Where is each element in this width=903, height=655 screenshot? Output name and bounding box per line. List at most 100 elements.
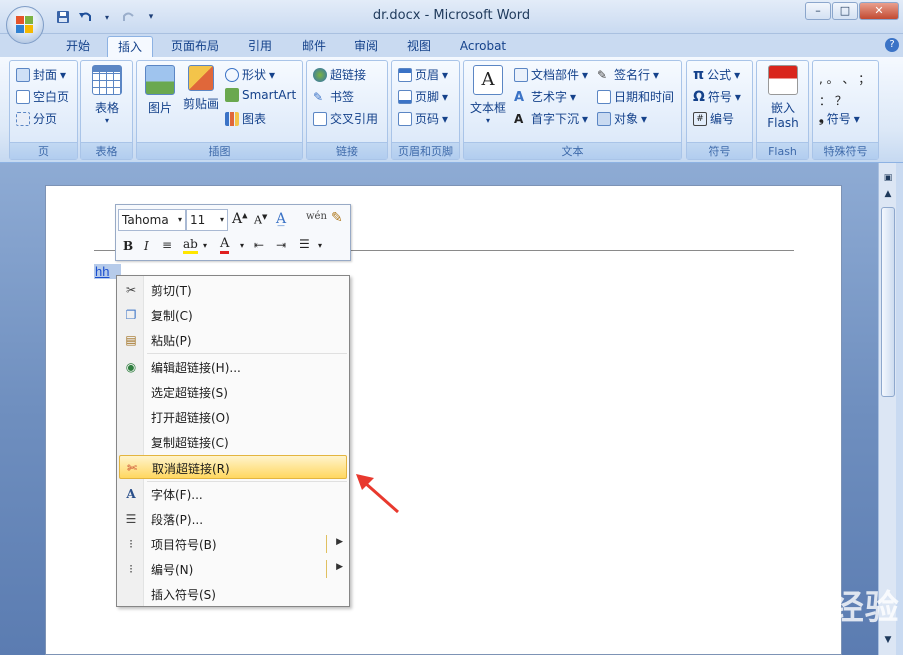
- globe-link-icon: ◉: [125, 360, 137, 374]
- special-chars[interactable]: , 。 、 ； ： ？: [819, 68, 875, 112]
- clipart-button[interactable]: 剪贴画: [181, 65, 221, 112]
- title-bar: ▾ ▾ dr.docx - Microsoft Word – □ ✕: [0, 0, 903, 34]
- format-painter-icon[interactable]: wén: [306, 211, 327, 222]
- increase-indent-icon[interactable]: ⇥: [276, 238, 286, 252]
- group-special-symbols: , 。 、 ； ： ？ ❟ 符号 ▾ 特殊符号: [812, 60, 879, 160]
- equation-button[interactable]: π 公式 ▾: [693, 66, 740, 83]
- picture-button[interactable]: 图片: [141, 65, 179, 116]
- object-icon: [597, 111, 611, 126]
- menu-item-copy-hyperlink[interactable]: 复制超链接(C): [119, 430, 347, 454]
- menu-item-font[interactable]: A 字体(F)...: [119, 482, 347, 506]
- bullet-list-icon: ⁝: [129, 537, 133, 551]
- paragraph-icon: ☰: [125, 512, 137, 526]
- cover-page-button[interactable]: 封面 ▾: [16, 66, 66, 83]
- tab-insert[interactable]: 插入: [107, 36, 153, 58]
- cover-page-icon: [16, 67, 30, 82]
- crossref-icon: [313, 111, 327, 126]
- symbol-button[interactable]: Ω 符号 ▾: [693, 88, 741, 105]
- font-color-icon[interactable]: A: [220, 236, 230, 254]
- menu-item-copy[interactable]: ❐ 复制(C): [119, 303, 347, 327]
- menu-item-paste[interactable]: ▤ 粘贴(P): [119, 328, 347, 352]
- font-name-box[interactable]: Tahoma ▾: [118, 209, 186, 231]
- ribbon-tabs: 开始 插入 页面布局 引用 邮件 审阅 视图 Acrobat ?: [0, 34, 903, 58]
- font-color-dropdown-icon[interactable]: ▾: [240, 241, 244, 250]
- menu-item-select-hyperlink[interactable]: 选定超链接(S): [119, 380, 347, 404]
- bullets-dropdown-icon[interactable]: ▾: [318, 241, 322, 250]
- window-controls: – □ ✕: [805, 2, 899, 20]
- chart-button[interactable]: 图表: [225, 110, 266, 127]
- wordart-icon: A: [514, 89, 525, 105]
- header-button[interactable]: 页眉 ▾: [398, 66, 448, 83]
- textbox-icon: A: [473, 65, 503, 95]
- close-button[interactable]: ✕: [859, 2, 899, 20]
- shapes-button[interactable]: 形状 ▾: [225, 66, 275, 83]
- tab-home[interactable]: 开始: [56, 36, 100, 58]
- menu-item-open-hyperlink[interactable]: 打开超链接(O): [119, 405, 347, 429]
- datetime-button[interactable]: 日期和时间: [597, 88, 674, 105]
- minimize-button[interactable]: –: [805, 2, 831, 20]
- brush-icon[interactable]: ✎: [331, 210, 343, 226]
- hyperlink-icon: [313, 67, 327, 82]
- menu-item-bullets[interactable]: ⁝ 项目符号(B) ▶: [119, 532, 347, 556]
- clipart-icon: [188, 65, 214, 91]
- hyperlink-button[interactable]: 超链接: [313, 66, 366, 83]
- tab-review[interactable]: 审阅: [344, 36, 388, 58]
- scroll-thumb[interactable]: [881, 207, 895, 397]
- object-button[interactable]: 对象 ▾: [597, 110, 647, 127]
- grow-font-icon[interactable]: A▲: [232, 211, 248, 227]
- group-caption-header-footer: 页眉和页脚: [392, 142, 459, 159]
- signature-line-button[interactable]: ✎ 签名行 ▾: [597, 66, 659, 83]
- signature-icon: ✎: [597, 67, 608, 82]
- tab-view[interactable]: 视图: [397, 36, 441, 58]
- group-caption-flash: Flash: [757, 142, 808, 159]
- tab-acrobat[interactable]: Acrobat: [452, 36, 514, 58]
- styles-icon[interactable]: A̲: [276, 211, 286, 227]
- table-button[interactable]: 表格 ▾: [85, 65, 129, 125]
- tab-mailings[interactable]: 邮件: [292, 36, 336, 58]
- wordart-button[interactable]: A 艺术字 ▾: [514, 88, 576, 105]
- page-number-button[interactable]: 页码 ▾: [398, 110, 448, 127]
- menu-item-insert-symbol[interactable]: 插入符号(S): [119, 582, 347, 606]
- menu-item-numbering[interactable]: ⁝ 编号(N) ▶: [119, 557, 347, 581]
- dropcap-button[interactable]: A 首字下沉 ▾: [514, 110, 588, 127]
- crossref-button[interactable]: 交叉引用: [313, 110, 378, 127]
- help-icon[interactable]: ?: [885, 38, 899, 52]
- numbered-list-icon: ⁝: [129, 562, 133, 576]
- font-size-box[interactable]: 11 ▾: [186, 209, 228, 231]
- footer-icon: [398, 89, 412, 104]
- smartart-button[interactable]: SmartArt: [225, 88, 296, 102]
- footer-button[interactable]: 页脚 ▾: [398, 88, 448, 105]
- bookmark-button[interactable]: ✎ 书签: [313, 88, 354, 105]
- tab-references[interactable]: 引用: [238, 36, 282, 58]
- embed-flash-button[interactable]: 嵌入 Flash: [759, 65, 807, 130]
- shrink-font-icon[interactable]: A▼: [254, 213, 267, 227]
- group-flash: 嵌入 Flash Flash: [756, 60, 809, 160]
- tab-page-layout[interactable]: 页面布局: [162, 36, 228, 58]
- maximize-button[interactable]: □: [832, 2, 858, 20]
- numbering-button[interactable]: # 编号: [693, 110, 734, 127]
- special-symbol-button[interactable]: ❟ 符号 ▾: [819, 110, 860, 127]
- mini-toolbar: Tahoma ▾ 11 ▾ A▲ A▼ A̲ wén ✎ B I ≡ ab ▾ A …: [115, 204, 351, 261]
- highlight-icon[interactable]: ab: [183, 237, 198, 254]
- picture-icon: [145, 65, 175, 95]
- office-button[interactable]: [6, 6, 44, 44]
- menu-item-paragraph[interactable]: ☰ 段落(P)...: [119, 507, 347, 531]
- center-align-icon[interactable]: ≡: [162, 238, 172, 252]
- italic-icon[interactable]: I: [144, 239, 149, 253]
- menu-item-cut[interactable]: ✂ 剪切(T): [119, 278, 347, 302]
- menu-item-edit-hyperlink[interactable]: ◉ 编辑超链接(H)...: [119, 355, 347, 379]
- decrease-indent-icon[interactable]: ⇤: [254, 238, 264, 252]
- textbox-button[interactable]: A 文本框 ▾: [466, 65, 510, 125]
- bullets-icon[interactable]: ☰: [299, 237, 310, 251]
- bold-icon[interactable]: B: [123, 239, 133, 253]
- semicolon-icon: ❟: [819, 111, 824, 125]
- quick-parts-button[interactable]: 文档部件 ▾: [514, 66, 588, 83]
- blank-page-button[interactable]: 空白页: [16, 88, 69, 105]
- highlight-dropdown-icon[interactable]: ▾: [203, 241, 207, 250]
- remove-link-icon: ✄: [126, 461, 138, 475]
- menu-item-remove-hyperlink[interactable]: ✄ 取消超链接(R): [119, 455, 347, 479]
- table-icon: [92, 65, 122, 95]
- ruler-toggle-icon[interactable]: ▣: [881, 173, 895, 187]
- scroll-up-icon[interactable]: ▲: [881, 189, 895, 203]
- page-break-button[interactable]: 分页: [16, 110, 57, 127]
